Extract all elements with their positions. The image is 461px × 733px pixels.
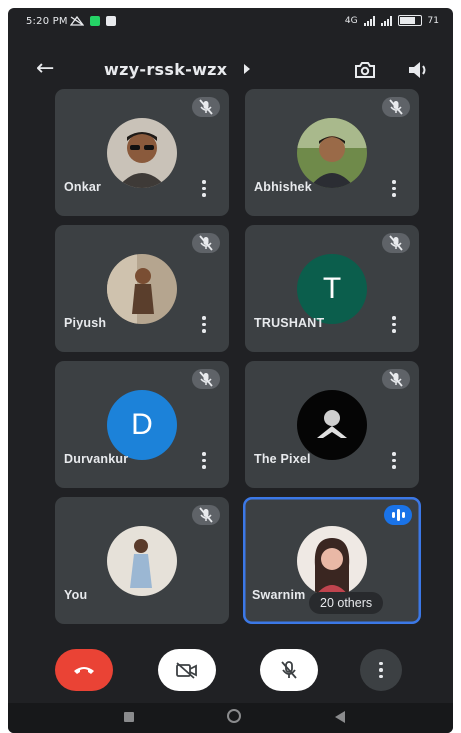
participant-avatar (107, 118, 177, 188)
recent-apps-icon[interactable] (124, 712, 134, 722)
whatsapp-icon (90, 16, 100, 26)
participant-tile-onkar[interactable]: Onkar (55, 89, 229, 216)
system-navigation-bar (8, 703, 453, 733)
battery-icon (397, 15, 422, 26)
participant-name: Durvankur (64, 452, 129, 466)
gmail-icon (106, 16, 116, 26)
muted-mic-icon (192, 97, 220, 117)
muted-mic-icon (382, 233, 410, 253)
vertical-dots-icon (379, 661, 383, 679)
back-icon[interactable] (335, 711, 345, 723)
participant-name: The Pixel (254, 452, 311, 466)
speaking-indicator-icon (384, 505, 412, 525)
participant-tile-durvankur[interactable]: D Durvankur (55, 361, 229, 488)
home-icon[interactable] (227, 709, 241, 723)
more-options-icon[interactable] (201, 180, 207, 198)
participant-avatar (297, 390, 367, 460)
no-data-icon (69, 15, 85, 26)
muted-mic-icon (192, 369, 220, 389)
more-options-button[interactable] (360, 649, 402, 691)
camera-toggle-button[interactable] (158, 649, 216, 691)
status-time: 5:20 PM (26, 16, 68, 27)
hang-up-icon (74, 667, 94, 674)
mic-off-icon (281, 661, 297, 679)
others-count-badge[interactable]: 20 others (309, 592, 384, 614)
participant-name: Abhishek (254, 180, 312, 194)
status-bar: 5:20 PM 4G 71 (8, 8, 453, 36)
participant-avatar-initial: D (107, 390, 177, 460)
more-options-icon[interactable] (201, 452, 207, 470)
battery-level: 71 (427, 15, 439, 26)
participant-avatar-initial: T (297, 254, 367, 324)
muted-mic-icon (382, 97, 410, 117)
network-label: 4G (344, 15, 358, 26)
participant-avatar (297, 118, 367, 188)
participant-tile-you[interactable]: You (55, 497, 229, 624)
muted-mic-icon (382, 369, 410, 389)
participant-avatar (107, 254, 177, 324)
end-call-button[interactable] (55, 649, 113, 691)
muted-mic-icon (192, 233, 220, 253)
back-arrow-icon[interactable]: ← (36, 56, 54, 81)
camera-off-icon (176, 662, 197, 679)
participant-avatar (297, 526, 367, 596)
participant-name: Onkar (64, 180, 102, 194)
status-right: 4G 71 (345, 15, 439, 26)
participant-tile-trushant[interactable]: T TRUSHANT (245, 225, 419, 352)
speaker-icon[interactable] (406, 58, 432, 82)
participant-name: TRUSHANT (254, 316, 325, 330)
participant-tile-swarnim[interactable]: Swarnim 20 others (243, 497, 421, 624)
meeting-header: ← wzy-rssk-wzx (8, 48, 453, 92)
meet-screen: 5:20 PM 4G 71 ← wzy-rssk-wzx Onkar Abhis… (8, 8, 453, 733)
participant-tile-piyush[interactable]: Piyush (55, 225, 229, 352)
meeting-details-chevron-icon[interactable] (244, 64, 250, 74)
switch-camera-icon[interactable] (352, 58, 378, 82)
more-options-icon[interactable] (201, 316, 207, 334)
microphone-toggle-button[interactable] (260, 649, 318, 691)
more-options-icon[interactable] (391, 452, 397, 470)
participant-tile-abhishek[interactable]: Abhishek (245, 89, 419, 216)
more-options-icon[interactable] (391, 316, 397, 334)
participant-avatar (107, 526, 177, 596)
more-options-icon[interactable] (391, 180, 397, 198)
participant-name: Swarnim (252, 588, 306, 602)
participant-name: You (64, 588, 88, 602)
participant-tile-the-pixel[interactable]: The Pixel (245, 361, 419, 488)
participant-name: Piyush (64, 316, 107, 330)
signal-icon (363, 15, 375, 26)
meeting-code[interactable]: wzy-rssk-wzx (104, 60, 227, 79)
muted-mic-icon (192, 505, 220, 525)
signal-icon-2 (380, 15, 392, 26)
